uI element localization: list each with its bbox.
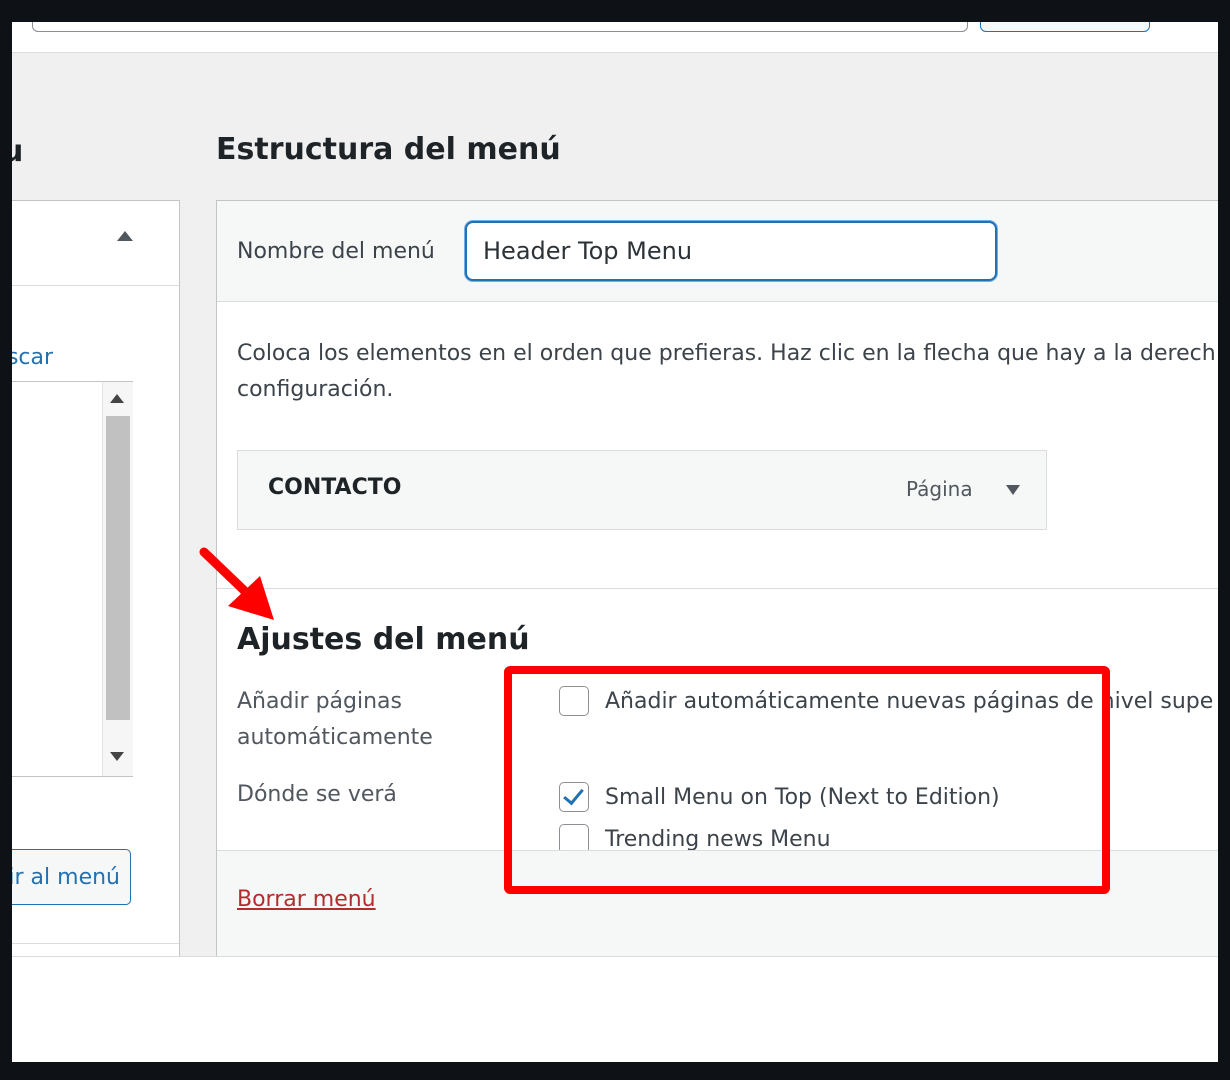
menu-item[interactable]: CONTACTO Página: [237, 450, 1047, 530]
menu-structure-heading: Estructura del menú: [216, 132, 561, 167]
menu-instructions-line-1: Coloca los elementos en el orden que pre…: [237, 341, 1216, 366]
scroll-thumb[interactable]: [106, 416, 130, 720]
annotation-arrow-icon: [199, 547, 274, 620]
menu-item-title: CONTACTO: [268, 475, 402, 500]
top-select-field[interactable]: [32, 22, 968, 32]
top-toolbar: [12, 22, 1218, 53]
top-select-button[interactable]: [980, 22, 1150, 32]
expand-item-arrow-icon[interactable]: [1006, 485, 1020, 495]
menu-name-label: Nombre del menú: [237, 239, 435, 264]
auto-add-label: Añadir páginas automáticamente: [237, 684, 433, 756]
delete-menu-link[interactable]: Borrar menú: [237, 887, 376, 912]
page-bottom-area: [12, 956, 1218, 1062]
auto-add-label-line-2: automáticamente: [237, 725, 433, 750]
menu-instructions-line-2: configuración.: [237, 377, 394, 402]
list-scrollbar[interactable]: [102, 382, 133, 776]
left-heading: u: [12, 134, 24, 169]
items-list[interactable]: [12, 381, 133, 777]
scroll-up-arrow-icon[interactable]: [110, 394, 124, 403]
scroll-down-arrow-icon[interactable]: [110, 752, 124, 761]
annotation-highlight-box: [504, 666, 1110, 894]
location-label: Dónde se verá: [237, 782, 397, 807]
search-link[interactable]: uscar: [12, 345, 53, 370]
menu-item-type: Página: [906, 477, 973, 501]
add-items-panel: uscar dir al menú: [12, 200, 180, 962]
menu-instructions: Coloca los elementos en el orden que pre…: [237, 336, 1218, 408]
left-divider: [12, 943, 179, 944]
menu-name-row: Nombre del menú: [217, 201, 1218, 302]
menu-name-input[interactable]: [465, 221, 997, 281]
add-items-panel-header[interactable]: [12, 201, 179, 286]
add-to-menu-button[interactable]: dir al menú: [12, 849, 131, 905]
settings-divider: [217, 588, 1218, 589]
auto-add-label-line-1: Añadir páginas: [237, 689, 402, 714]
collapse-arrow-icon[interactable]: [117, 231, 133, 241]
